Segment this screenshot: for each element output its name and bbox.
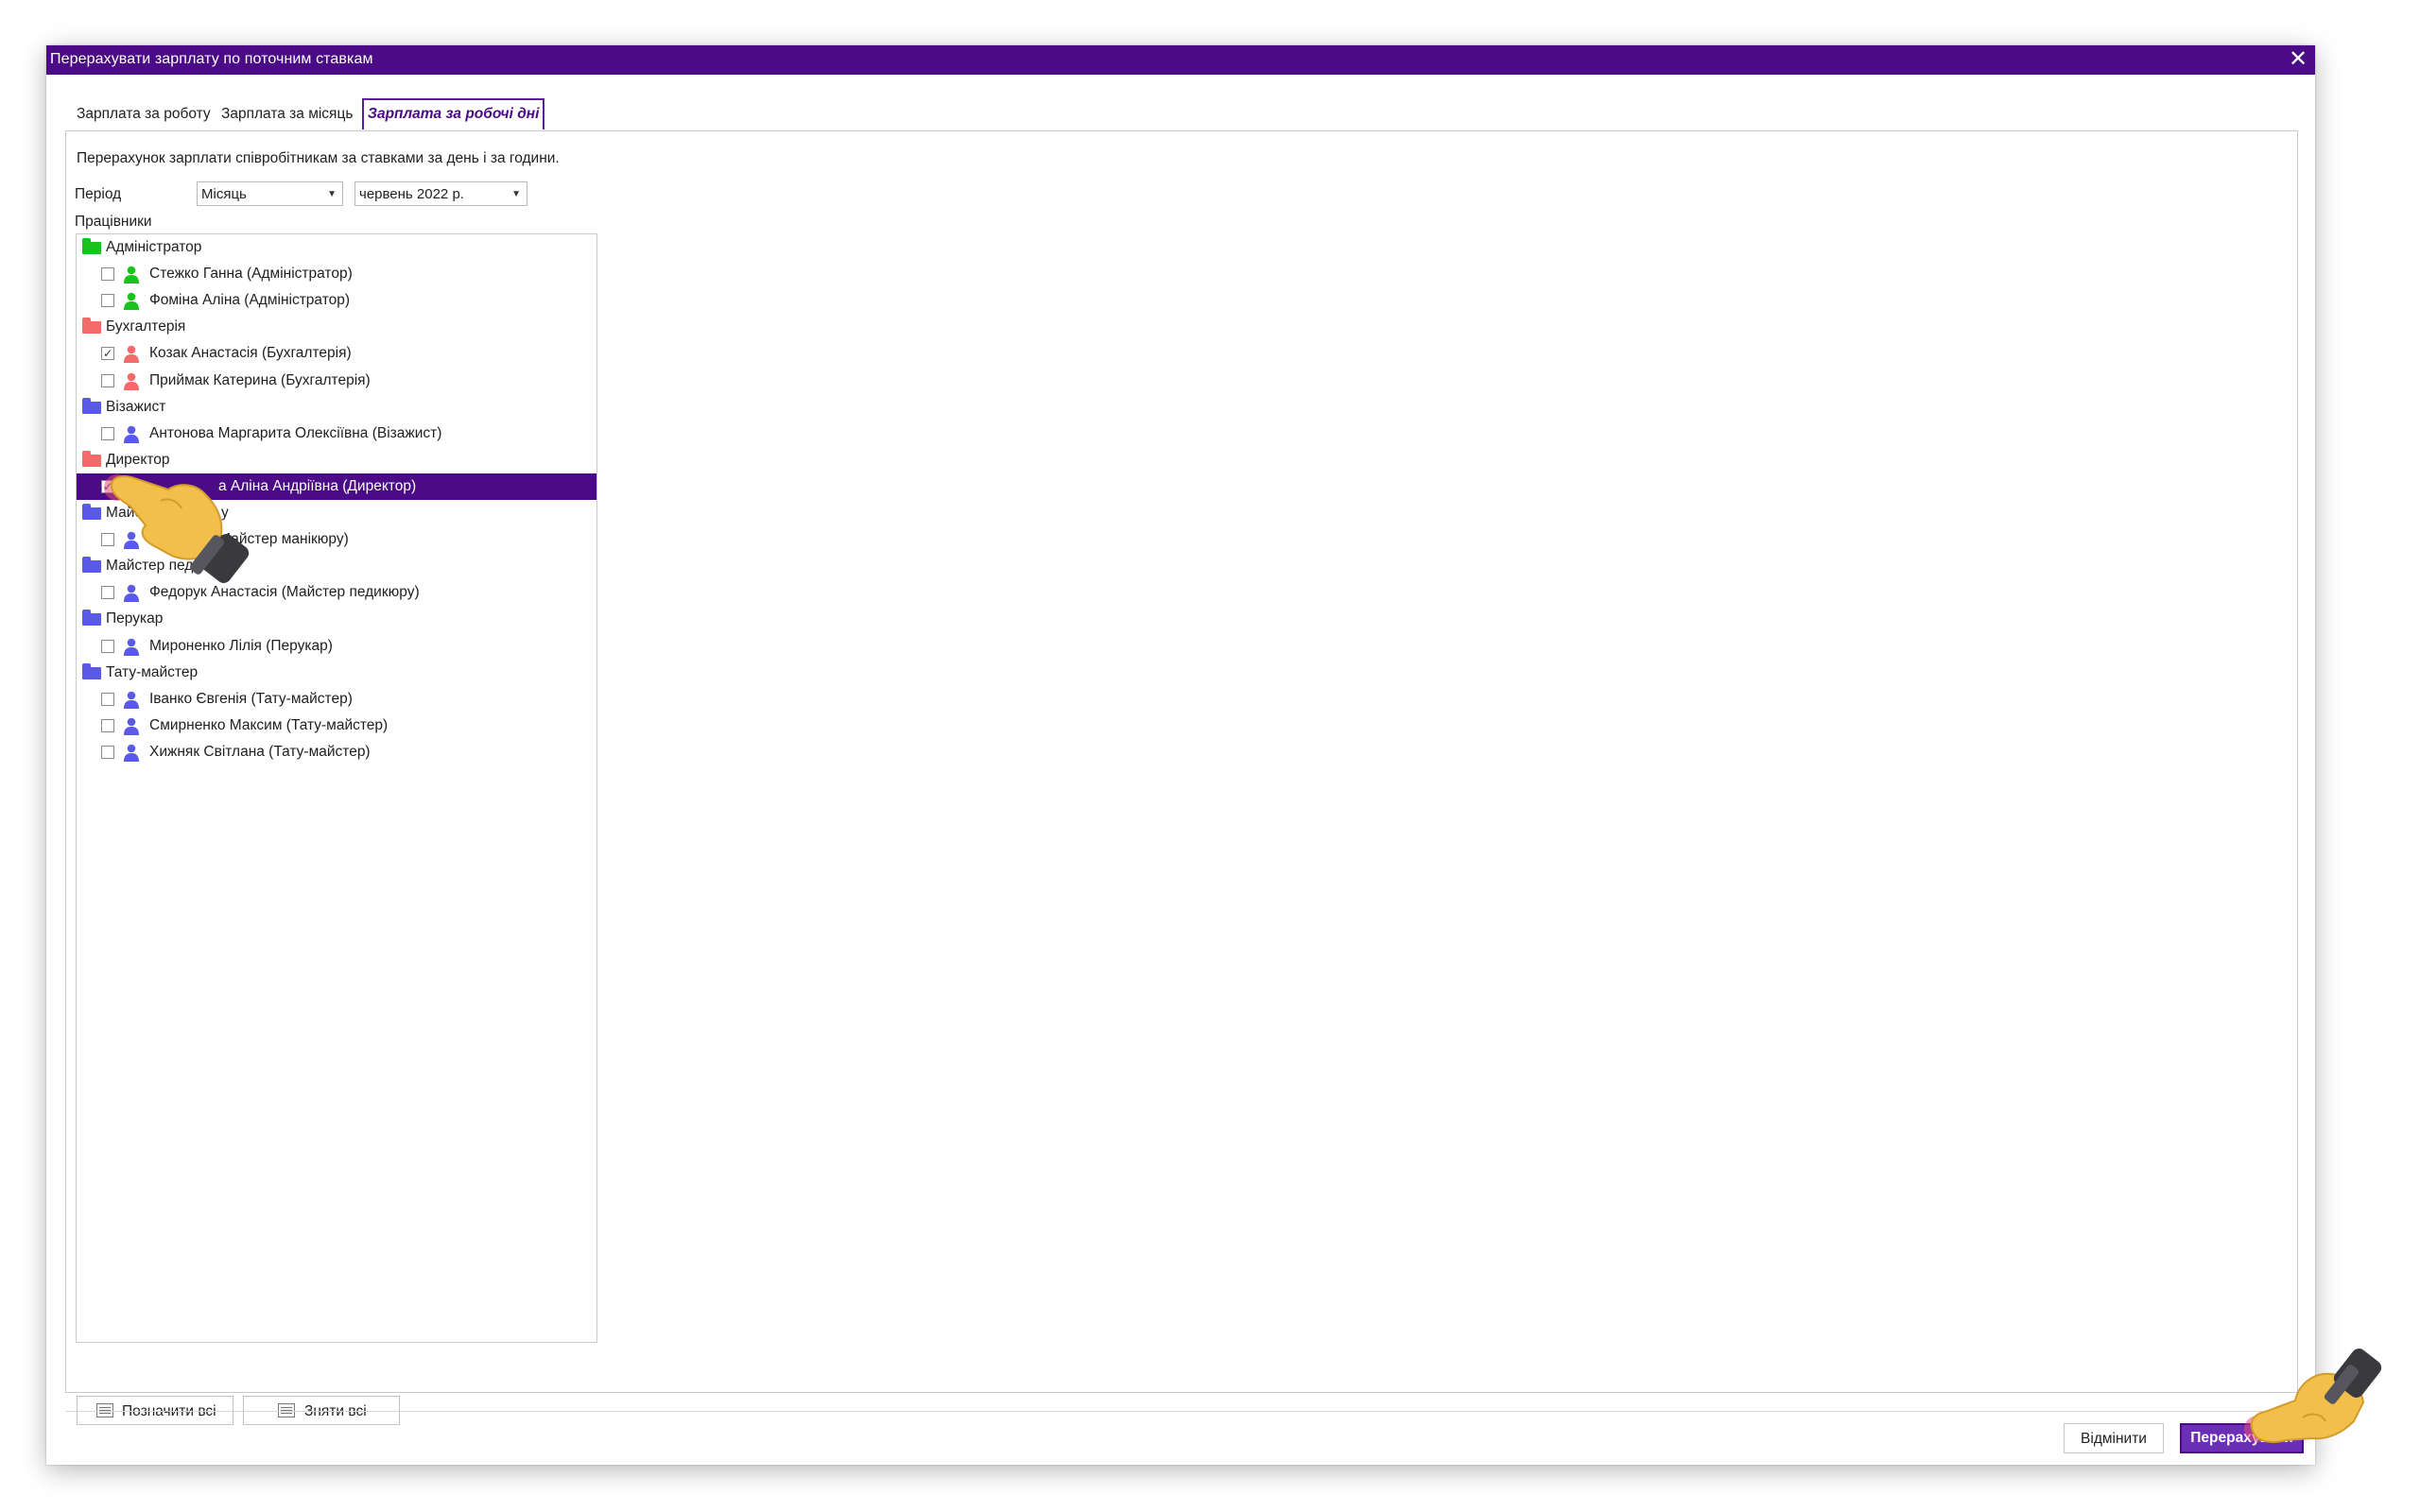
panel-description: Перерахунок зарплати співробітникам за с… — [77, 150, 560, 166]
employee-name: Козак Анастасія (Бухгалтерія) — [149, 345, 352, 362]
folder-icon — [82, 662, 101, 679]
tree-group-row[interactable]: Перукар — [77, 606, 596, 632]
employee-name: Іванко Євгенія (Тату-майстер) — [149, 690, 353, 707]
employee-checkbox[interactable] — [101, 718, 114, 732]
tree-group-row[interactable]: Бухгалтерія — [77, 314, 596, 340]
employee-name: Мироненко Лілія (Перукар) — [149, 637, 333, 654]
tab-salary-for-workdays[interactable]: Зарплата за робочі дні — [362, 98, 545, 129]
tree-group-label: Адміністратор — [106, 239, 202, 255]
employee-checkbox[interactable] — [101, 745, 114, 759]
period-month-select[interactable]: червень 2022 р. ▼ — [354, 181, 527, 206]
person-icon — [124, 425, 139, 443]
folder-icon — [82, 610, 101, 627]
folder-icon — [82, 504, 101, 520]
chevron-down-icon: ▼ — [511, 189, 521, 199]
employee-checkbox[interactable] — [101, 426, 114, 440]
folder-icon — [82, 238, 101, 254]
period-month-value: червень 2022 р. — [359, 186, 464, 202]
folder-icon — [82, 318, 101, 335]
tab-salary-for-work[interactable]: Зарплата за роботу — [77, 100, 211, 128]
tree-employee-row[interactable]: Мироненко Лілія (Перукар) — [77, 633, 596, 660]
employee-checkbox[interactable] — [101, 692, 114, 706]
dialog-titlebar: Перерахувати зарплату по поточним ставка… — [46, 45, 2315, 75]
recalculate-salary-dialog: Перерахувати зарплату по поточним ставка… — [46, 45, 2315, 1465]
period-label: Період — [75, 186, 122, 202]
dialog-title: Перерахувати зарплату по поточним ставка… — [50, 51, 373, 67]
pointer-hand-icon — [104, 474, 250, 583]
tree-group-row[interactable]: Тату-майстер — [77, 660, 596, 686]
period-type-value: Місяць — [201, 186, 247, 202]
tree-employee-row[interactable]: Іванко Євгенія (Тату-майстер) — [77, 686, 596, 713]
employee-checkbox[interactable] — [101, 267, 114, 282]
person-icon — [124, 266, 139, 284]
employees-tree[interactable]: Адміністратор Стежко Ганна (Адміністратор… — [76, 233, 597, 1343]
folder-icon — [82, 557, 101, 574]
footer-divider — [65, 1411, 2296, 1412]
person-icon — [124, 346, 139, 364]
employee-checkbox[interactable] — [101, 294, 114, 308]
employee-checkbox[interactable] — [101, 373, 114, 387]
employee-name: Приймак Катерина (Бухгалтерія) — [149, 371, 371, 388]
person-icon — [124, 691, 139, 709]
employee-name: Стежко Ганна (Адміністратор) — [149, 266, 353, 283]
tree-employee-row[interactable]: Хижняк Світлана (Тату-майстер) — [77, 739, 596, 765]
tree-employee-row[interactable]: Фоміна Аліна (Адміністратор) — [77, 287, 596, 314]
employee-name: Антонова Маргарита Олексіївна (Візажист) — [149, 424, 442, 441]
folder-icon — [82, 397, 101, 414]
tree-group-label: Тату-майстер — [106, 663, 199, 680]
person-icon — [124, 292, 139, 311]
tab-salary-for-month[interactable]: Зарплата за місяць — [221, 100, 353, 128]
employee-checkbox[interactable]: ✓ — [101, 347, 114, 361]
tree-employee-row[interactable]: Приймак Катерина (Бухгалтерія) — [77, 368, 596, 394]
tree-employee-row[interactable]: Смирненко Максим (Тату-майстер) — [77, 713, 596, 739]
tree-employee-row[interactable]: ✓ Козак Анастасія (Бухгалтерія) — [77, 340, 596, 367]
employees-label: Працівники — [75, 214, 152, 230]
person-icon — [124, 638, 139, 656]
employee-checkbox[interactable] — [101, 639, 114, 653]
employee-name: Фоміна Аліна (Адміністратор) — [149, 292, 351, 309]
tree-group-row[interactable]: Адміністратор — [77, 234, 596, 261]
tree-employee-row[interactable]: Стежко Ганна (Адміністратор) — [77, 261, 596, 287]
person-icon — [124, 717, 139, 735]
tree-group-label: Бухгалтерія — [106, 318, 186, 335]
folder-icon — [82, 450, 101, 467]
tree-group-label: Візажист — [106, 398, 166, 415]
pointer-hand-icon — [2244, 1349, 2382, 1443]
tab-panel: Перерахунок зарплати співробітникам за с… — [65, 130, 2298, 1425]
person-icon — [124, 744, 139, 762]
tree-group-row[interactable]: Візажист — [77, 394, 596, 421]
employee-name: Хижняк Світлана (Тату-майстер) — [149, 743, 371, 760]
person-icon — [124, 372, 139, 390]
tree-employee-row[interactable]: Антонова Маргарита Олексіївна (Візажист) — [77, 421, 596, 447]
period-type-select[interactable]: Місяць ▼ — [197, 181, 343, 206]
tree-group-label: Перукар — [106, 610, 164, 627]
cancel-button[interactable]: Відмінити — [2064, 1423, 2164, 1453]
employee-name: Смирненко Максим (Тату-майстер) — [149, 716, 389, 733]
chevron-down-icon: ▼ — [327, 189, 337, 199]
close-icon[interactable]: ✕ — [2287, 47, 2309, 72]
